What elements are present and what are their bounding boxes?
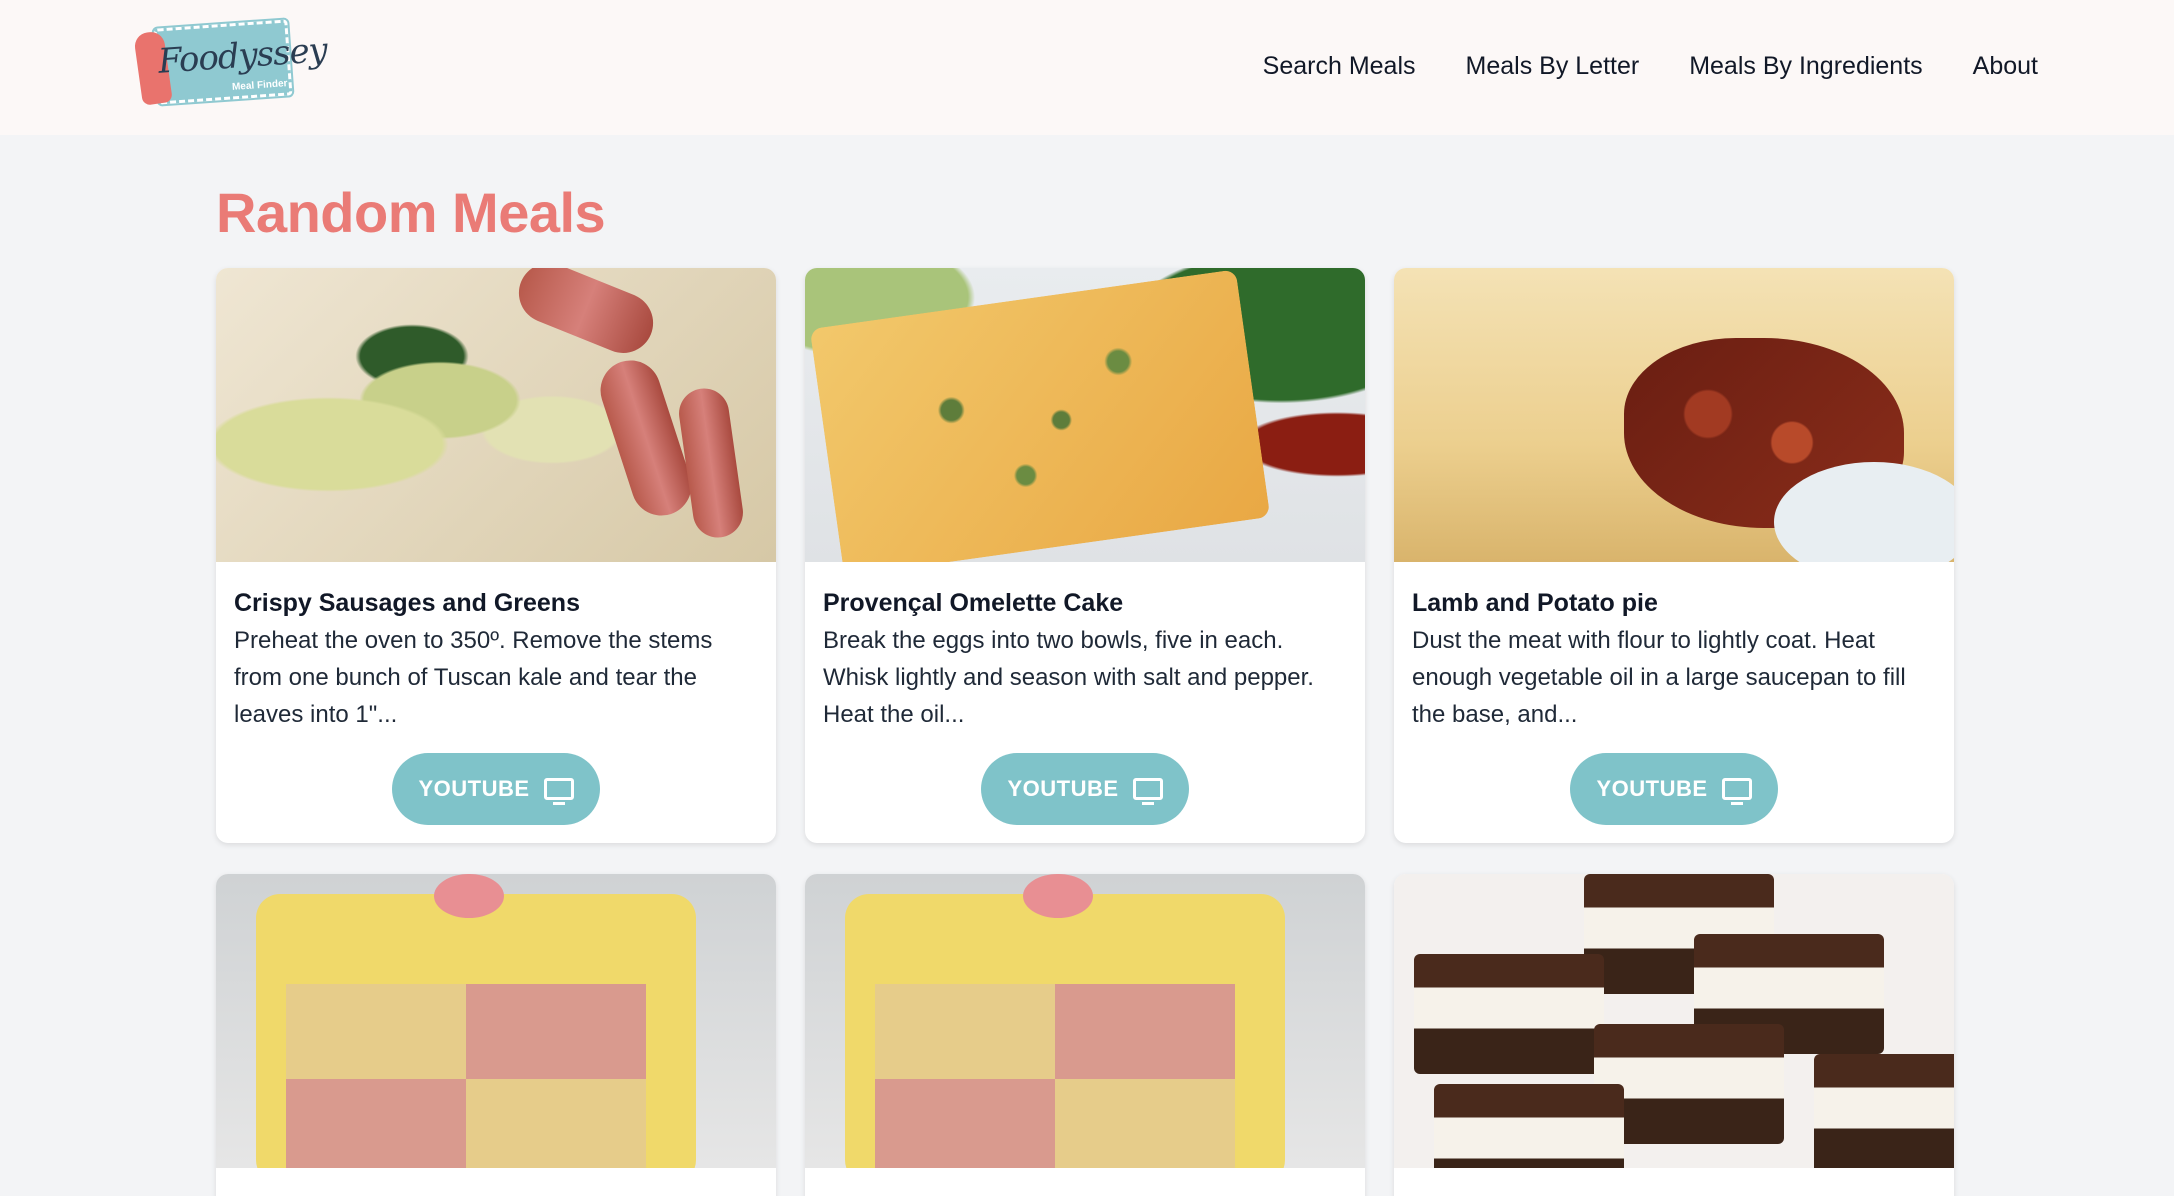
youtube-button[interactable]: YOUTUBE: [981, 753, 1189, 825]
meal-description: Dust the meat with flour to lightly coat…: [1412, 627, 1906, 728]
nav-about[interactable]: About: [1948, 44, 2038, 89]
meal-image[interactable]: [805, 874, 1365, 1168]
meal-description: Preheat the oven to 350º. Remove the ste…: [234, 627, 713, 728]
youtube-button-label: YOUTUBE: [1007, 776, 1119, 801]
youtube-button-label: YOUTUBE: [1596, 776, 1708, 801]
meal-title: Lamb and Potato pie: [1412, 589, 1658, 617]
nav-search-meals[interactable]: Search Meals: [1238, 44, 1441, 89]
meal-title: Crispy Sausages and Greens: [234, 589, 580, 617]
monitor-icon: [1721, 778, 1752, 805]
meal-image[interactable]: [805, 268, 1365, 562]
cake-checkerboard: [286, 984, 646, 1168]
meal-description: Break the eggs into two bowls, five in e…: [823, 627, 1314, 728]
meal-card: [805, 874, 1365, 1196]
meal-card: Crispy Sausages and Greens Preheat the o…: [216, 268, 776, 843]
youtube-button[interactable]: YOUTUBE: [392, 753, 600, 825]
dessert-bar: [1814, 1054, 1954, 1168]
nav-meals-by-ingredients[interactable]: Meals By Ingredients: [1664, 44, 1947, 89]
meal-image[interactable]: [216, 874, 776, 1168]
youtube-button[interactable]: YOUTUBE: [1570, 753, 1778, 825]
main-nav: Search Meals Meals By Letter Meals By In…: [1238, 44, 2038, 89]
meal-card: Lamb and Potato pie Dust the meat with f…: [1394, 268, 1954, 843]
meal-card: [1394, 874, 1954, 1196]
top-header: Foodyssey Meal Finder Search Meals Meals…: [0, 0, 2174, 135]
meal-card: [216, 874, 776, 1196]
dessert-bar: [1434, 1084, 1624, 1168]
foodyssey-logo[interactable]: Foodyssey Meal Finder: [133, 17, 328, 108]
meal-image[interactable]: [216, 268, 776, 562]
youtube-button-label: YOUTUBE: [418, 776, 530, 801]
meal-image[interactable]: [1394, 874, 1954, 1168]
monitor-icon: [543, 778, 574, 805]
meal-image[interactable]: [1394, 268, 1954, 562]
dessert-bar: [1414, 954, 1604, 1074]
meal-title: Provençal Omelette Cake: [823, 589, 1124, 617]
cake-rose-decoration: [1023, 874, 1093, 918]
nav-meals-by-letter[interactable]: Meals By Letter: [1441, 44, 1665, 89]
omelette-slice: [809, 269, 1271, 562]
meal-card: Provençal Omelette Cake Break the eggs i…: [805, 268, 1365, 843]
page-title: Random Meals: [216, 181, 606, 244]
cake-checkerboard: [875, 984, 1235, 1168]
cake-rose-decoration: [434, 874, 504, 918]
monitor-icon: [1132, 778, 1163, 805]
